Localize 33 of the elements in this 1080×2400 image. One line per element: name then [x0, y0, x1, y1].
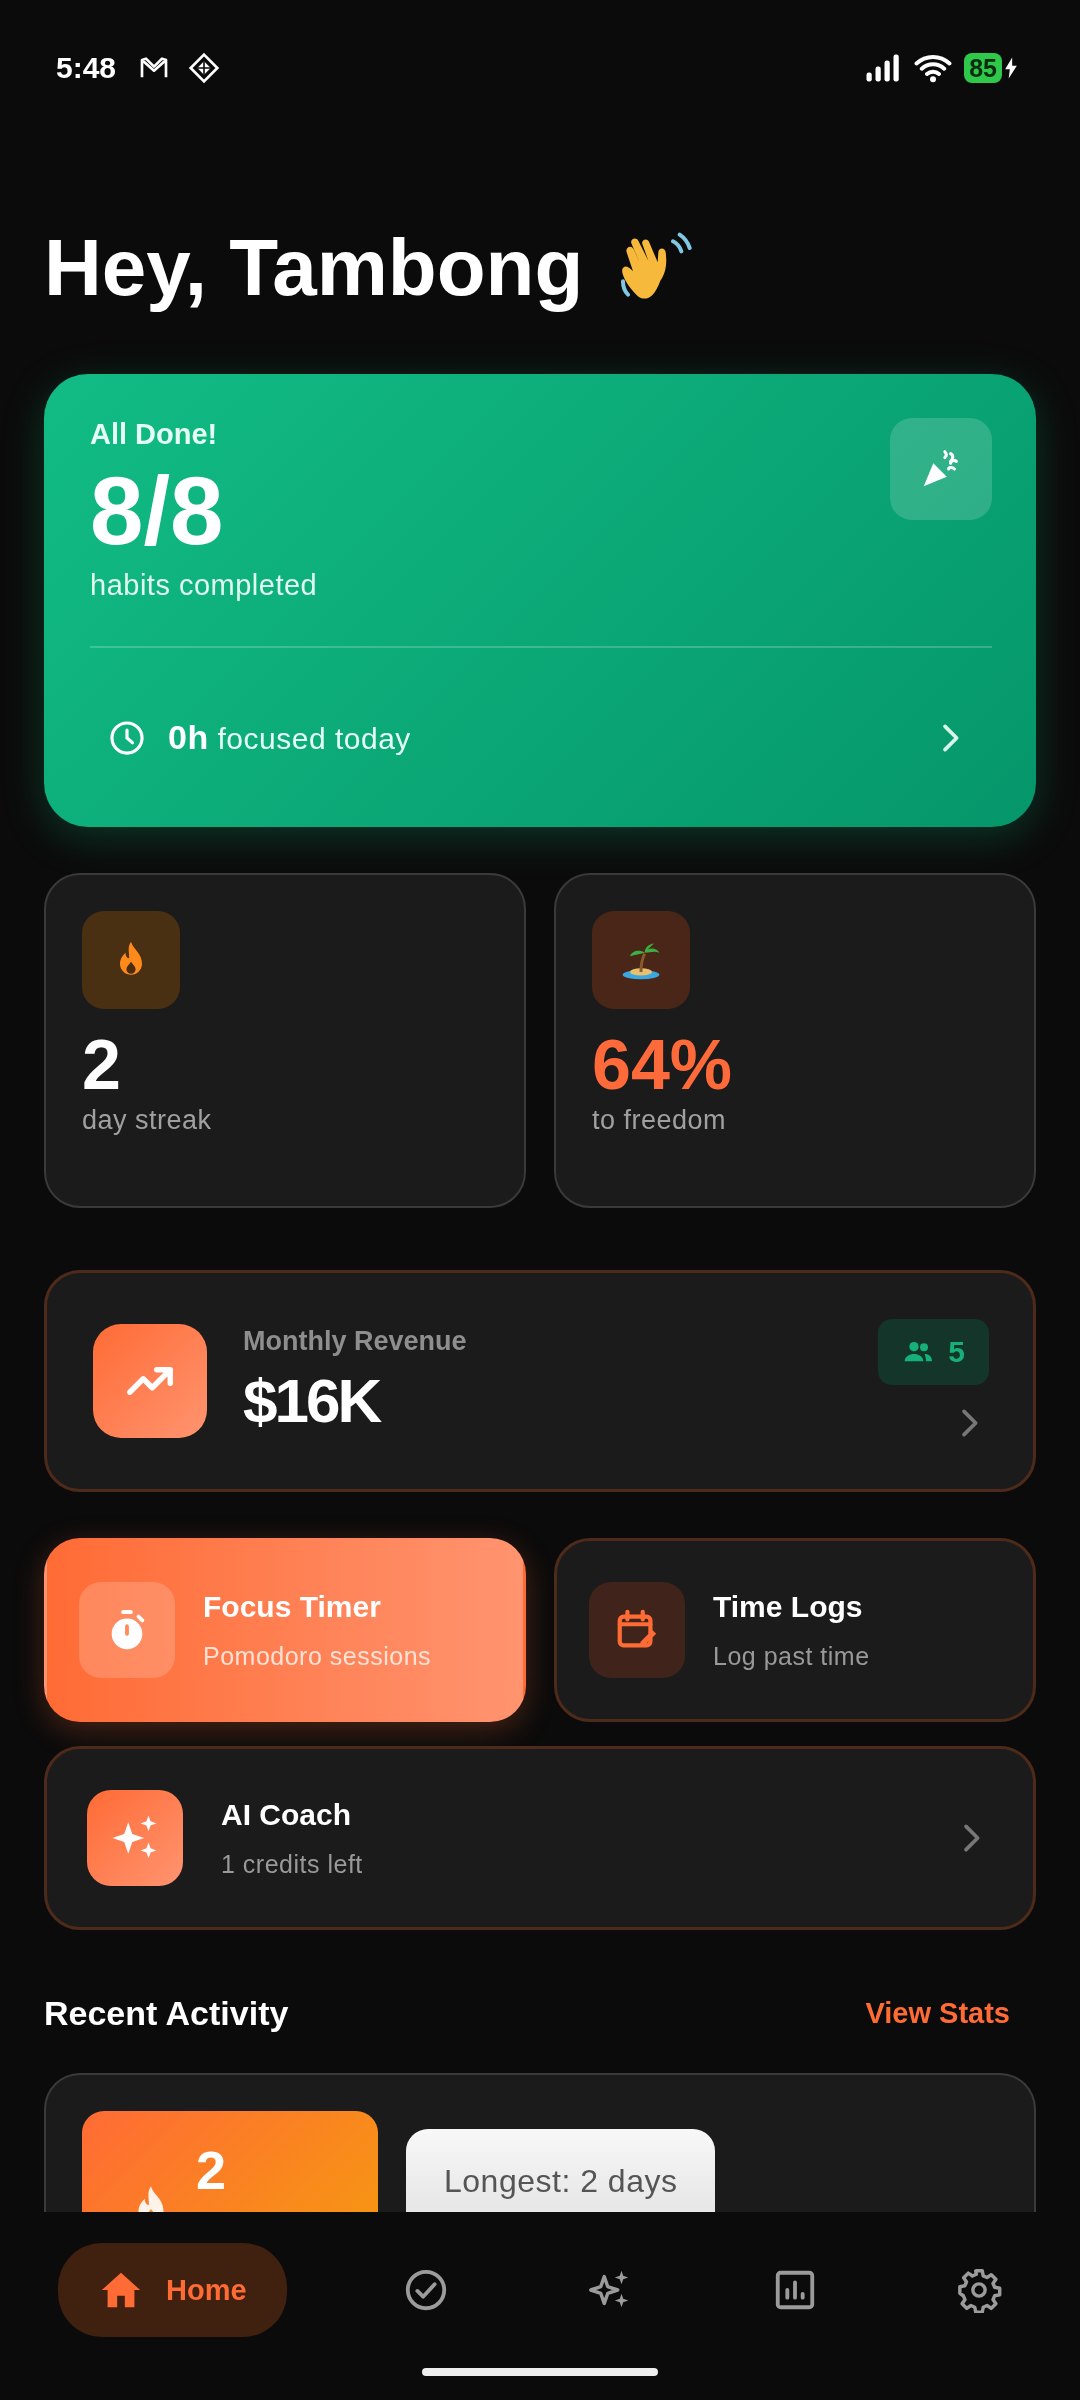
diamond-icon — [188, 52, 221, 84]
revenue-label: Monthly Revenue — [243, 1326, 468, 1357]
view-stats-link[interactable]: View Stats — [865, 1997, 1010, 2030]
team-count: 5 — [948, 1335, 965, 1369]
settings-icon[interactable] — [955, 2267, 1002, 2313]
shortcut-card[interactable]: Time Logs Log past time — [554, 1538, 1036, 1722]
shortcut-subtitle: Pomodoro sessions — [203, 1641, 432, 1671]
streak-count: 2 — [196, 2139, 227, 2201]
coach-card[interactable]: AI Coach 1 credits left — [44, 1746, 1036, 1930]
card-caption: habits completed — [90, 569, 318, 602]
shortcut-subtitle: Log past time — [713, 1641, 870, 1671]
wifi-icon — [914, 53, 953, 83]
habits-count: 8/8 — [90, 459, 225, 563]
nav-tab[interactable]: Home — [58, 2243, 287, 2337]
bolt-icon — [1004, 56, 1018, 80]
stat-value: 64% — [592, 1025, 734, 1105]
revenue-card[interactable]: Monthly Revenue $16K 5 — [44, 1270, 1036, 1492]
section-title: Recent Activity — [44, 1994, 289, 2033]
battery-level: 85 — [964, 53, 1002, 83]
stat-value: 2 — [82, 1025, 122, 1105]
focus-summary: 0h focused today — [168, 718, 412, 757]
clock-icon — [108, 718, 146, 757]
status-time: 5:48 — [56, 51, 117, 85]
stat-label: to freedom — [592, 1105, 728, 1136]
longest-streak-pill: Longest: 2 days — [406, 2129, 716, 2212]
stat-label: day streak — [82, 1105, 213, 1136]
coach-title: AI Coach — [221, 1797, 353, 1832]
shortcut-title: Time Logs — [713, 1589, 864, 1624]
shortcut-title: Focus Timer — [203, 1589, 382, 1624]
card-label: All Done! — [90, 418, 219, 451]
greeting: Hey, Tambong — [44, 222, 584, 314]
revenue-value: $16K — [243, 1365, 381, 1436]
coach-subtitle: 1 credits left — [221, 1849, 364, 1879]
